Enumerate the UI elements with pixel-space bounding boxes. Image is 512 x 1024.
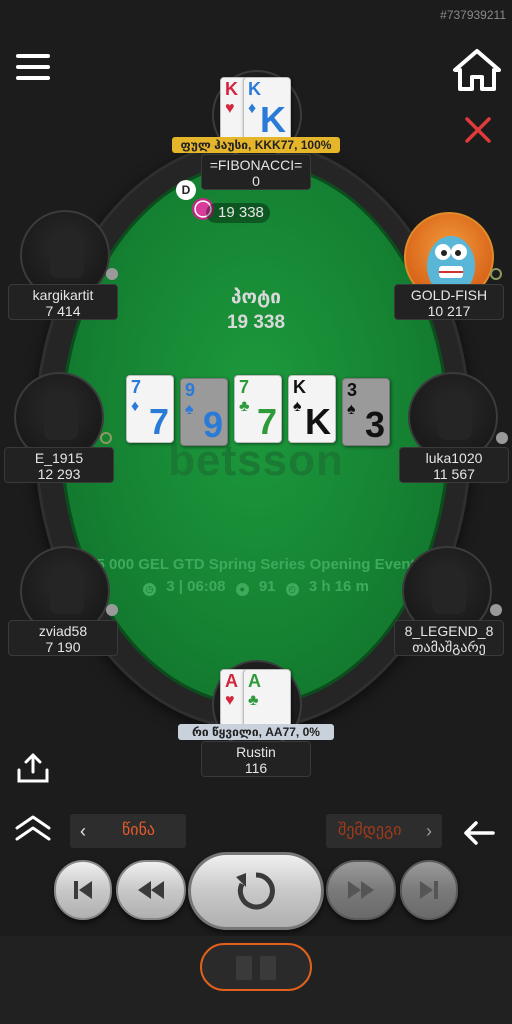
replay-icon (236, 872, 275, 910)
prev-label: წინა (122, 822, 156, 839)
replay-button[interactable] (188, 852, 324, 930)
player-stack: 12 293 (37, 466, 81, 482)
player-name: kargikartit (32, 287, 94, 303)
menu-icon[interactable] (16, 54, 50, 84)
players-icon: ● (235, 583, 249, 596)
fast-forward-button[interactable] (326, 860, 396, 920)
player-name: zviad58 (38, 623, 88, 639)
seat-right-lower-plate[interactable]: 8_LEGEND_8 თამაშგარე (394, 620, 504, 656)
top-hole-card-2: K ♦ K (243, 77, 291, 141)
player-stack: 0 (252, 173, 260, 189)
player-stack: თამაშგარე (412, 639, 486, 655)
seat-left-lower-plate[interactable]: zviad58 7 190 (8, 620, 118, 656)
seat-bottom-plate[interactable]: Rustin 116 (201, 741, 311, 777)
tournament-players: 91 (258, 578, 276, 595)
share-icon[interactable] (16, 752, 50, 789)
skull-icon (490, 604, 502, 616)
fast-forward-icon (348, 881, 374, 899)
board-card-1: 7 ♦ 7 (126, 375, 174, 443)
rewind-icon (138, 881, 164, 899)
skip-last-button[interactable] (400, 860, 458, 920)
chevron-left-icon: ‹ (80, 821, 86, 841)
close-icon[interactable] (464, 116, 492, 149)
back-arrow-icon[interactable] (462, 820, 496, 851)
hero-hand-badge: რი წყვილი, AA77, 0% (178, 724, 334, 740)
timer-icon: ◴ (285, 583, 299, 596)
next-hand-button[interactable]: შემდეგი › (326, 814, 442, 848)
player-name: =FIBONACCI= (209, 157, 303, 173)
board-card-3: 7 ♣ 7 (234, 375, 282, 443)
pause-button[interactable] (200, 943, 312, 991)
skip-first-button[interactable] (54, 860, 112, 920)
player-stack: 11 567 (433, 466, 475, 482)
seat-right-upper-plate[interactable]: GOLD-FISH 10 217 (394, 284, 504, 320)
status-ring-icon (490, 268, 502, 280)
seat-top-plate[interactable]: =FIBONACCI= 0 (201, 154, 311, 190)
skull-icon (106, 268, 118, 280)
seat-left-upper-plate[interactable]: kargikartit 7 414 (8, 284, 118, 320)
tournament-level: 3 | 06:08 (166, 578, 226, 595)
board-card-4: K ♠ K (288, 375, 336, 443)
seat-right-mid-plate[interactable]: luka1020 11 567 (399, 447, 509, 483)
chevron-right-icon: › (426, 821, 432, 841)
player-stack: 7 190 (45, 639, 81, 655)
skip-last-icon (420, 881, 438, 899)
player-name: luka1020 (425, 450, 483, 466)
skull-icon (106, 604, 118, 616)
status-ring-icon (100, 432, 112, 444)
player-stack: 7 414 (45, 303, 81, 319)
player-name: 8_LEGEND_8 (404, 623, 494, 639)
seat-left-mid-plate[interactable]: E_1915 12 293 (4, 447, 114, 483)
hero-hole-card-2: A ♣ (243, 669, 291, 727)
hand-id: #737939211 (440, 8, 506, 22)
player-stack: 10 217 (427, 303, 471, 319)
player-name: Rustin (236, 744, 276, 760)
bet-amount: 19 338 (206, 203, 270, 223)
player-name: E_1915 (34, 450, 84, 466)
player-name: GOLD-FISH (410, 287, 488, 303)
skull-icon (496, 432, 508, 444)
prev-hand-button[interactable]: ‹ წინა (70, 814, 186, 848)
pause-icon (260, 956, 276, 980)
dealer-button: D (176, 180, 196, 200)
player-stack: 116 (244, 760, 268, 776)
home-icon[interactable] (452, 48, 502, 97)
board-card-5: 3 ♠ 3 (342, 378, 390, 446)
skip-first-icon (74, 881, 92, 899)
board-card-2: 9 ♠ 9 (180, 378, 228, 446)
clock-icon: ◷ (143, 583, 157, 596)
chevrons-up-icon[interactable] (14, 814, 52, 847)
pause-icon (236, 956, 252, 980)
rewind-button[interactable] (116, 860, 186, 920)
next-label: შემდეგი (338, 822, 402, 839)
top-hand-badge: ფულ ჰაუსი, KKK77, 100% (172, 137, 340, 153)
tournament-duration: 3 h 16 m (308, 578, 369, 595)
